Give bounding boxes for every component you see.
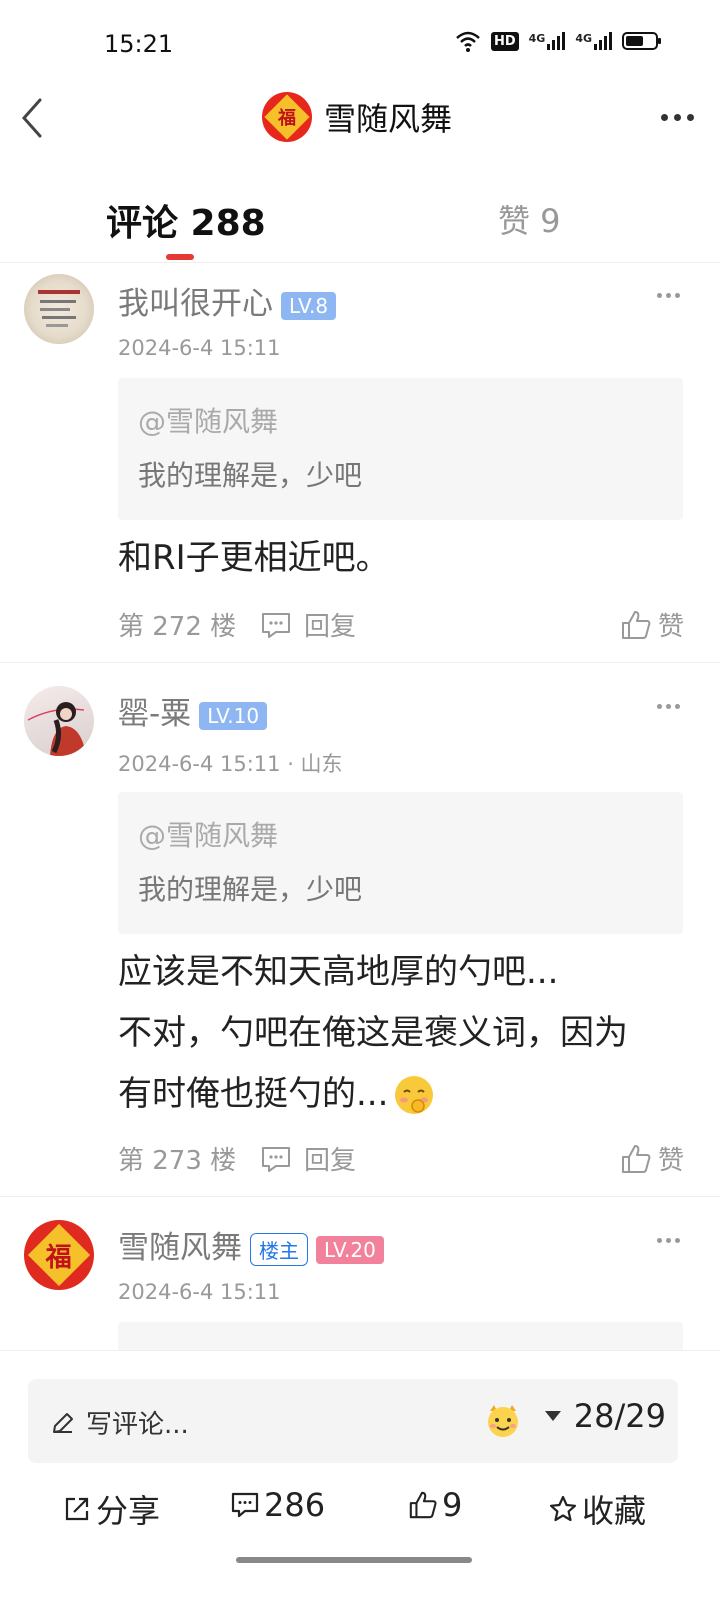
comment-icon — [231, 1492, 259, 1518]
tab-bar: 评论 288 赞 9 — [0, 188, 720, 263]
tab-comments[interactable]: 评论 288 — [106, 194, 266, 246]
page-selector[interactable]: 28/29 — [544, 1397, 666, 1435]
page-title: 雪随风舞 — [324, 100, 453, 138]
floor-number: 第 273 楼 — [118, 1146, 237, 1176]
quoted-text: 我的理解是，少吧 — [138, 873, 363, 906]
commenter-avatar[interactable] — [24, 274, 94, 344]
reply-icon — [262, 612, 290, 638]
quoted-user: @雪随风舞 — [138, 819, 279, 852]
commenter-name-text: 我叫很开心 — [118, 286, 273, 322]
favorite-label: 收藏 — [582, 1492, 647, 1530]
thumbs-up-icon — [621, 610, 651, 639]
like-label: 赞 — [657, 612, 684, 642]
comment-body: 和RI子更相近吧。 — [118, 528, 688, 589]
status-time: 15:21 — [104, 30, 174, 58]
quoted-reply-partial[interactable] — [118, 1322, 683, 1350]
comment-line: 不对，勺吧在俺这是褒义词，因为 — [118, 1013, 628, 1053]
level-badge: LV.20 — [316, 1235, 384, 1264]
wifi-icon — [456, 31, 480, 52]
tab-likes[interactable]: 赞 9 — [498, 196, 561, 242]
commenter-avatar[interactable] — [24, 686, 94, 756]
comment-line: 和RI子更相近吧。 — [118, 538, 390, 578]
thumbs-up-icon — [621, 1144, 651, 1173]
comment-item: 我叫很开心 LV.8 2024-6-4 15:11 @雪随风舞 我的理解是，少吧 … — [0, 262, 720, 663]
back-arrow-icon[interactable] — [18, 96, 48, 140]
comment-footer: 第 273 楼 回复 赞 — [118, 1140, 684, 1180]
favorite-button[interactable]: 收藏 — [548, 1486, 646, 1532]
quoted-reply[interactable]: @雪随风舞 我的理解是，少吧 — [118, 792, 683, 934]
like-button[interactable]: 赞 — [620, 606, 684, 643]
comment-time: 2024-6-4 15:11 — [118, 1280, 281, 1304]
quoted-reply[interactable]: @雪随风舞 我的理解是，少吧 — [118, 378, 683, 520]
hd-icon: HD — [490, 31, 519, 51]
comment-line: 应该是不知天高地厚的勺吧... — [118, 952, 559, 992]
share-label: 分享 — [96, 1492, 161, 1530]
quoted-text: 我的理解是，少吧 — [138, 459, 363, 492]
network-type-1: 4G — [528, 32, 546, 45]
title-group[interactable]: 福 雪随风舞 — [262, 92, 452, 142]
comments-count-button[interactable]: 286 — [230, 1486, 325, 1524]
comment-body: 应该是不知天高地厚的勺吧... 不对，勺吧在俺这是褒义词，因为 有时俺也挺勺的.… — [118, 942, 688, 1125]
share-button[interactable]: 分享 — [62, 1486, 160, 1532]
status-icons: HD 4G 4G — [455, 30, 662, 52]
like-button[interactable]: 赞 — [620, 1140, 684, 1177]
share-icon — [65, 1497, 89, 1521]
home-indicator[interactable] — [236, 1557, 472, 1563]
battery-icon — [622, 32, 661, 50]
comment-placeholder-text: 写评论... — [86, 1410, 189, 1440]
floor-number: 第 272 楼 — [118, 612, 237, 642]
reply-button[interactable]: 回复 — [260, 1140, 356, 1177]
commenter-name[interactable]: 雪随风舞 楼主 LV.20 — [118, 1222, 384, 1267]
reply-button[interactable]: 回复 — [260, 606, 356, 643]
bottom-bar: 写评论... 28/29 分享 286 9 收藏 — [0, 1350, 720, 1601]
commenter-avatar[interactable]: 福 — [24, 1220, 94, 1290]
emoji-icon[interactable] — [484, 1401, 522, 1439]
comment-more-icon[interactable] — [657, 293, 680, 298]
more-options-icon[interactable] — [661, 114, 694, 121]
triangle-down-icon — [544, 1411, 561, 1421]
comment-input-placeholder: 写评论... — [50, 1404, 189, 1441]
action-bar: 分享 286 9 收藏 — [0, 1486, 720, 1536]
active-tab-indicator — [166, 254, 194, 260]
star-icon — [549, 1495, 577, 1522]
commenter-name-text: 罂-粟 — [118, 696, 192, 732]
reply-icon — [262, 1146, 290, 1172]
reply-label: 回复 — [304, 1146, 357, 1176]
network-type-2: 4G — [575, 32, 592, 45]
shy-face-emoji-icon — [395, 1075, 434, 1114]
comment-footer: 第 272 楼 回复 赞 — [118, 606, 684, 646]
like-label: 赞 — [657, 1146, 684, 1176]
signal-icon-1: 4G — [529, 32, 566, 50]
level-badge: LV.8 — [281, 291, 337, 320]
level-badge: LV.10 — [199, 701, 268, 730]
comment-item: 福 雪随风舞 楼主 LV.20 2024-6-4 15:11 — [0, 1196, 720, 1350]
comment-line-with-emoji: 有时俺也挺勺的... — [118, 1064, 688, 1125]
comment-more-icon[interactable] — [657, 704, 680, 709]
comment-item: 罂-粟 LV.10 2024-6-4 15:11 · 山东 @雪随风舞 我的理解是… — [0, 662, 720, 1197]
comment-line: 有时俺也挺勺的... — [118, 1074, 389, 1114]
commenter-name[interactable]: 我叫很开心 LV.8 — [118, 278, 337, 323]
avatar-fu-char: 福 — [278, 108, 296, 129]
owner-badge: 楼主 — [250, 1233, 308, 1266]
comment-input[interactable]: 写评论... 28/29 — [28, 1379, 678, 1463]
comment-time: 2024-6-4 15:11 · 山东 — [118, 752, 343, 776]
comment-time: 2024-6-4 15:11 — [118, 336, 281, 360]
status-bar: 15:21 HD 4G 4G — [0, 0, 720, 90]
commenter-name[interactable]: 罂-粟 LV.10 — [118, 688, 268, 733]
thumbs-up-icon — [409, 1491, 437, 1519]
avatar-fu-char: 福 — [45, 1242, 73, 1273]
reply-label: 回复 — [304, 612, 357, 642]
comment-more-icon[interactable] — [657, 1238, 680, 1243]
like-post-button[interactable]: 9 — [408, 1486, 462, 1524]
page-indicator: 28/29 — [573, 1397, 666, 1435]
pencil-icon — [53, 1412, 73, 1433]
quoted-user: @雪随风舞 — [138, 405, 279, 438]
commenter-name-text: 雪随风舞 — [118, 1230, 242, 1266]
top-nav: 福 雪随风舞 — [0, 86, 720, 156]
signal-icon-2: 4G — [575, 32, 612, 50]
likes-count: 9 — [442, 1486, 463, 1524]
author-avatar[interactable]: 福 — [262, 92, 312, 142]
comments-count: 286 — [264, 1486, 326, 1524]
